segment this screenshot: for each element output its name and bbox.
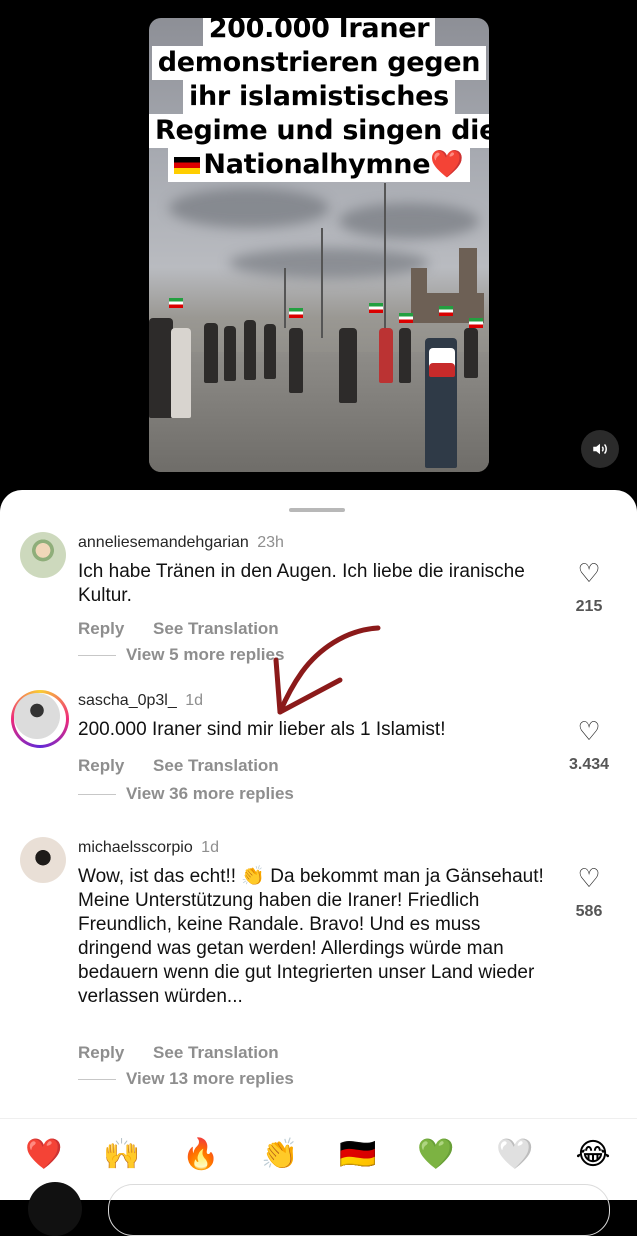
comment-actions: Reply See Translation: [78, 1043, 303, 1063]
reply-button[interactable]: Reply: [78, 619, 124, 638]
comment-composer: [0, 1180, 637, 1236]
avatar[interactable]: [20, 532, 66, 578]
like-control[interactable]: ♡ 215: [559, 560, 619, 616]
reply-button[interactable]: Reply: [78, 1043, 124, 1062]
emoji-germany-flag[interactable]: 🇩🇪: [338, 1135, 378, 1175]
emoji-red-heart[interactable]: ❤️: [24, 1135, 64, 1175]
comment-input[interactable]: [108, 1184, 610, 1236]
username[interactable]: anneliesemandehgarian: [78, 534, 249, 551]
caption-line: demonstrieren gegen: [151, 46, 487, 80]
see-translation-button[interactable]: See Translation: [153, 756, 279, 775]
emoji-reaction-bar: ❤️ 🙌 🔥 👏 🇩🇪 💚 🤍 😂: [0, 1118, 637, 1179]
username[interactable]: michaelsscorpio: [78, 839, 193, 856]
comment-header: anneliesemandehgarian 23h: [78, 534, 284, 552]
timestamp: 1d: [201, 839, 219, 856]
view-more-replies[interactable]: View 5 more replies: [78, 645, 284, 665]
like-count: 215: [575, 598, 603, 615]
crowd: [149, 298, 489, 468]
emoji-fire[interactable]: 🔥: [181, 1135, 221, 1175]
comment-actions: Reply See Translation: [78, 619, 303, 639]
avatar: [14, 693, 60, 739]
sound-button[interactable]: [581, 430, 619, 468]
reply-button[interactable]: Reply: [78, 756, 124, 775]
heart-outline-icon[interactable]: ♡: [559, 718, 619, 744]
video-player[interactable]: 200.000 Iraner demonstrieren gegen ihr i…: [149, 18, 489, 472]
heart-emoji: ❤️: [430, 149, 464, 180]
comment-text: Ich habe Tränen in den Augen. Ich liebe …: [78, 561, 525, 606]
own-avatar: [28, 1182, 82, 1236]
view-more-replies[interactable]: View 13 more replies: [78, 1069, 294, 1089]
comment-text: 200.000 Iraner sind mir lieber als 1 Isl…: [78, 719, 446, 740]
comment-header: michaelsscorpio 1d: [78, 839, 219, 857]
caption-line-text: Nationalhymne: [203, 149, 431, 180]
caption-line: Regime und singen die: [149, 114, 489, 148]
cloud-shape: [339, 203, 479, 239]
timestamp: 1d: [185, 692, 203, 709]
heart-outline-icon[interactable]: ♡: [559, 560, 619, 586]
speaker-icon: [593, 443, 607, 455]
timestamp: 23h: [257, 534, 284, 551]
see-translation-button[interactable]: See Translation: [153, 1043, 279, 1062]
heart-outline-icon[interactable]: ♡: [559, 865, 619, 891]
comment-actions: Reply See Translation: [78, 756, 303, 776]
comment-header: sascha_0p3l_ 1d: [78, 692, 203, 710]
caption-line: 200.000 Iraner: [202, 18, 436, 46]
see-translation-button[interactable]: See Translation: [153, 619, 279, 638]
emoji-green-heart[interactable]: 💚: [416, 1135, 456, 1175]
username[interactable]: sascha_0p3l_: [78, 692, 177, 709]
like-control[interactable]: ♡ 586: [559, 865, 619, 921]
avatar-story-ring[interactable]: [11, 690, 69, 748]
caption-line: ihr islamistisches: [183, 80, 455, 114]
cloud-shape: [229, 248, 429, 278]
like-control[interactable]: ♡ 3.434: [559, 718, 619, 774]
video-caption: 200.000 Iraner demonstrieren gegen ihr i…: [149, 18, 489, 182]
comments-sheet: anneliesemandehgarian 23h Ich habe Träne…: [0, 490, 637, 1236]
germany-flag-icon: [174, 157, 201, 174]
emoji-raised-hands[interactable]: 🙌: [102, 1135, 142, 1175]
cloud-shape: [169, 188, 329, 228]
caption-line-last: Nationalhymne❤️: [168, 148, 470, 182]
like-count: 3.434: [568, 756, 610, 773]
sheet-drag-handle[interactable]: [289, 508, 345, 512]
view-more-replies[interactable]: View 36 more replies: [78, 784, 294, 804]
emoji-tears-of-joy[interactable]: 😂: [573, 1135, 613, 1175]
comment-text: Wow, ist das echt!! 👏 Da bekommt man ja …: [78, 866, 544, 1007]
emoji-clapping-hands[interactable]: 👏: [260, 1135, 300, 1175]
avatar[interactable]: [20, 837, 66, 883]
emoji-white-heart[interactable]: 🤍: [495, 1135, 535, 1175]
like-count: 586: [575, 903, 603, 920]
